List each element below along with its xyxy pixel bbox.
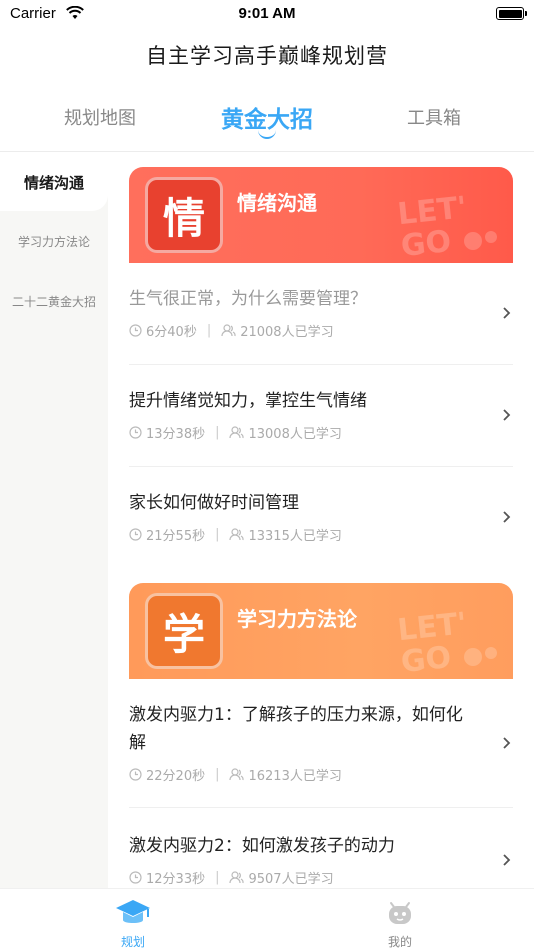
- top-tab-bar: 规划地图 黄金大招 工具箱: [0, 100, 534, 152]
- meta-divider: |: [215, 425, 220, 440]
- tab-toolbox[interactable]: 工具箱: [364, 104, 504, 130]
- lesson-duration: 22分20秒: [146, 769, 206, 784]
- users-icon: [229, 871, 245, 884]
- lesson-title: 提升情绪觉知力，掌控生气情绪: [129, 391, 367, 411]
- users-icon: [221, 324, 236, 337]
- nav-tab-planning[interactable]: 规划: [93, 897, 173, 950]
- chevron-right-icon: [503, 854, 511, 866]
- tab-planning-map[interactable]: 规划地图: [30, 104, 170, 130]
- chevron-right-icon: [503, 307, 511, 319]
- decoration-go: GO: [399, 224, 453, 259]
- meta-divider: |: [206, 323, 212, 338]
- lets-go-decoration-icon: LET' GO: [396, 190, 497, 259]
- lesson-title: 家长如何做好时间管理: [129, 493, 299, 513]
- decoration-go: GO: [399, 640, 453, 675]
- users-icon: [229, 528, 245, 541]
- tab-golden-moves[interactable]: 黄金大招: [197, 100, 337, 134]
- clock-icon: [129, 871, 142, 884]
- lesson-duration: 12分33秒: [146, 872, 206, 887]
- meta-divider: |: [215, 767, 220, 782]
- lesson-row[interactable]: 激发内驱力1：了解孩子的压力来源，如何化解 22分20秒 | 16213人已学习: [129, 679, 513, 808]
- lesson-list: 情 情绪沟通 LET' GO 生气很正常，为什么需要管理？ 6分40秒 | 21…: [108, 153, 534, 888]
- bottom-nav: 规划 我的: [0, 888, 534, 950]
- category-sidebar: 情绪沟通 学习力方法论 二十二黄金大招: [0, 153, 108, 888]
- nav-label-mine: 我的: [387, 935, 412, 949]
- lesson-duration: 13分38秒: [146, 427, 206, 442]
- nav-label-planning: 规划: [120, 935, 145, 949]
- sidebar-item-emotion-communication[interactable]: 情绪沟通: [0, 153, 108, 211]
- chevron-right-icon: [503, 737, 511, 749]
- robot-face-icon: [389, 902, 411, 924]
- lesson-meta: 12分33秒 | 9507人已学习: [129, 868, 334, 887]
- clock-icon: [129, 768, 142, 781]
- lesson-title: 生气很正常，为什么需要管理？: [129, 289, 367, 309]
- lesson-learners: 13008人已学习: [248, 427, 342, 442]
- lesson-title: 激发内驱力2：如何激发孩子的动力: [129, 836, 395, 856]
- meta-divider: |: [215, 870, 220, 885]
- active-tab-indicator: [258, 130, 276, 139]
- clock-icon: [129, 426, 142, 439]
- clock-icon: [129, 324, 142, 337]
- nav-tab-mine[interactable]: 我的: [360, 897, 440, 950]
- lesson-learners: 21008人已学习: [240, 325, 334, 340]
- lesson-row[interactable]: 提升情绪觉知力，掌控生气情绪 13分38秒 | 13008人已学习: [129, 365, 513, 467]
- battery-icon: [496, 7, 527, 20]
- meta-divider: |: [215, 527, 220, 542]
- section-banner-learning-methodology: 学 学习力方法论 LET' GO: [129, 583, 513, 679]
- chevron-right-icon: [503, 511, 511, 523]
- users-icon: [229, 768, 245, 781]
- lesson-learners: 13315人已学习: [248, 529, 342, 544]
- clock-icon: [129, 528, 142, 541]
- lets-go-decoration-icon: LET' GO: [396, 606, 497, 675]
- section-title: 学习力方法论: [237, 607, 357, 631]
- section-title: 情绪沟通: [237, 191, 317, 215]
- section-badge: 情: [145, 177, 223, 253]
- lesson-row[interactable]: 家长如何做好时间管理 21分55秒 | 13315人已学习: [129, 467, 513, 569]
- lesson-duration: 21分55秒: [146, 529, 206, 544]
- section-badge: 学: [145, 593, 223, 669]
- section-banner-emotion: 情 情绪沟通 LET' GO: [129, 167, 513, 263]
- lesson-meta: 21分55秒 | 13315人已学习: [129, 525, 342, 544]
- lesson-title: 激发内驱力1：了解孩子的压力来源，如何化解: [129, 705, 463, 753]
- lesson-meta: 6分40秒 | 21008人已学习: [129, 321, 334, 340]
- status-bar: Carrier 9:01 AM: [0, 0, 534, 30]
- lesson-meta: 13分38秒 | 13008人已学习: [129, 423, 342, 442]
- page-title: 自主学习高手巅峰规划营: [146, 44, 388, 68]
- clock-time: 9:01 AM: [238, 5, 296, 22]
- lesson-row[interactable]: 生气很正常，为什么需要管理？ 6分40秒 | 21008人已学习: [129, 263, 513, 365]
- users-icon: [229, 426, 245, 439]
- lesson-learners: 9507人已学习: [248, 872, 334, 887]
- lesson-duration: 6分40秒: [146, 325, 197, 340]
- lesson-learners: 16213人已学习: [248, 769, 342, 784]
- lesson-row[interactable]: 激发内驱力2：如何激发孩子的动力 12分33秒 | 9507人已学习: [129, 808, 513, 888]
- chevron-right-icon: [503, 409, 511, 421]
- sidebar-item-learning-methodology[interactable]: 学习力方法论: [0, 211, 108, 269]
- lesson-meta: 22分20秒 | 16213人已学习: [129, 765, 342, 784]
- graduation-cap-icon: [116, 900, 150, 923]
- sidebar-item-22-golden-moves[interactable]: 二十二黄金大招: [0, 293, 108, 310]
